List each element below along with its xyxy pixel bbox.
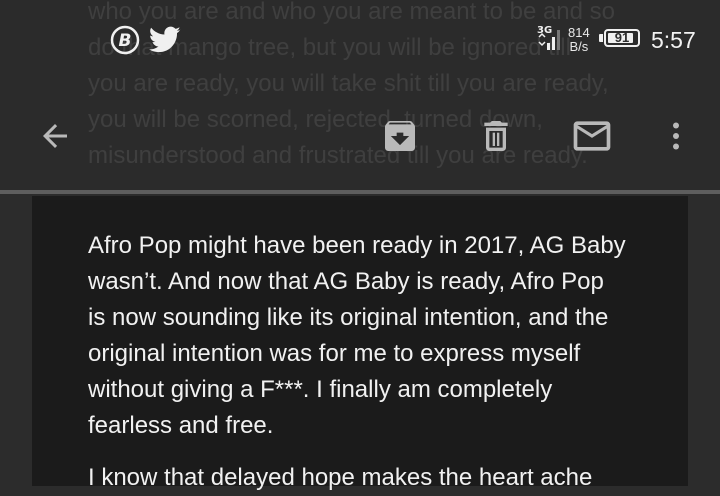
back-button[interactable] <box>31 112 79 160</box>
archive-icon <box>385 121 415 151</box>
status-bar: B 3G 814 B/s 91 5:57 <box>0 18 720 62</box>
battery-level: 91 <box>614 30 630 45</box>
delete-icon <box>484 121 508 151</box>
paragraph-line: wasn’t. And now that AG Baby is ready, A… <box>88 268 604 295</box>
paragraph-line: without giving a F***. I finally am comp… <box>88 376 553 403</box>
battery-nub <box>599 34 603 42</box>
more-vert-icon <box>673 122 679 150</box>
svg-text:B: B <box>119 31 132 51</box>
article-paragraph: I know that delayed hope makes the heart… <box>88 460 648 496</box>
battery-icon: 91 <box>604 29 640 47</box>
paragraph-line: I know that delayed hope makes the heart… <box>88 464 593 491</box>
app-bar-divider <box>0 190 720 194</box>
clock: 5:57 <box>651 27 696 53</box>
back-arrow-icon <box>43 124 67 148</box>
mark-unread-button[interactable] <box>568 112 616 160</box>
network-type-label: 3G <box>537 25 552 36</box>
paragraph-line: fearless and free. <box>88 412 274 439</box>
network-speed-value: 814 <box>568 25 590 40</box>
network-speed: 814 B/s <box>568 26 590 54</box>
paragraph-line: Afro Pop might have been ready in 2017, … <box>88 232 626 259</box>
paragraph-line: original intention was for me to express… <box>88 340 581 367</box>
delete-button[interactable] <box>472 112 520 160</box>
mail-icon <box>573 121 611 151</box>
article-card: Afro Pop might have been ready in 2017, … <box>32 196 688 491</box>
b-app-icon: B <box>110 25 140 60</box>
article-paragraph: Afro Pop might have been ready in 2017, … <box>88 228 648 444</box>
archive-button[interactable] <box>376 112 424 160</box>
more-options-button[interactable] <box>652 112 700 160</box>
paragraph-line: is now sounding like its original intent… <box>88 304 609 331</box>
network-speed-unit: B/s <box>569 39 589 54</box>
signal-icon: 3G <box>536 23 566 58</box>
twitter-icon <box>148 26 181 59</box>
